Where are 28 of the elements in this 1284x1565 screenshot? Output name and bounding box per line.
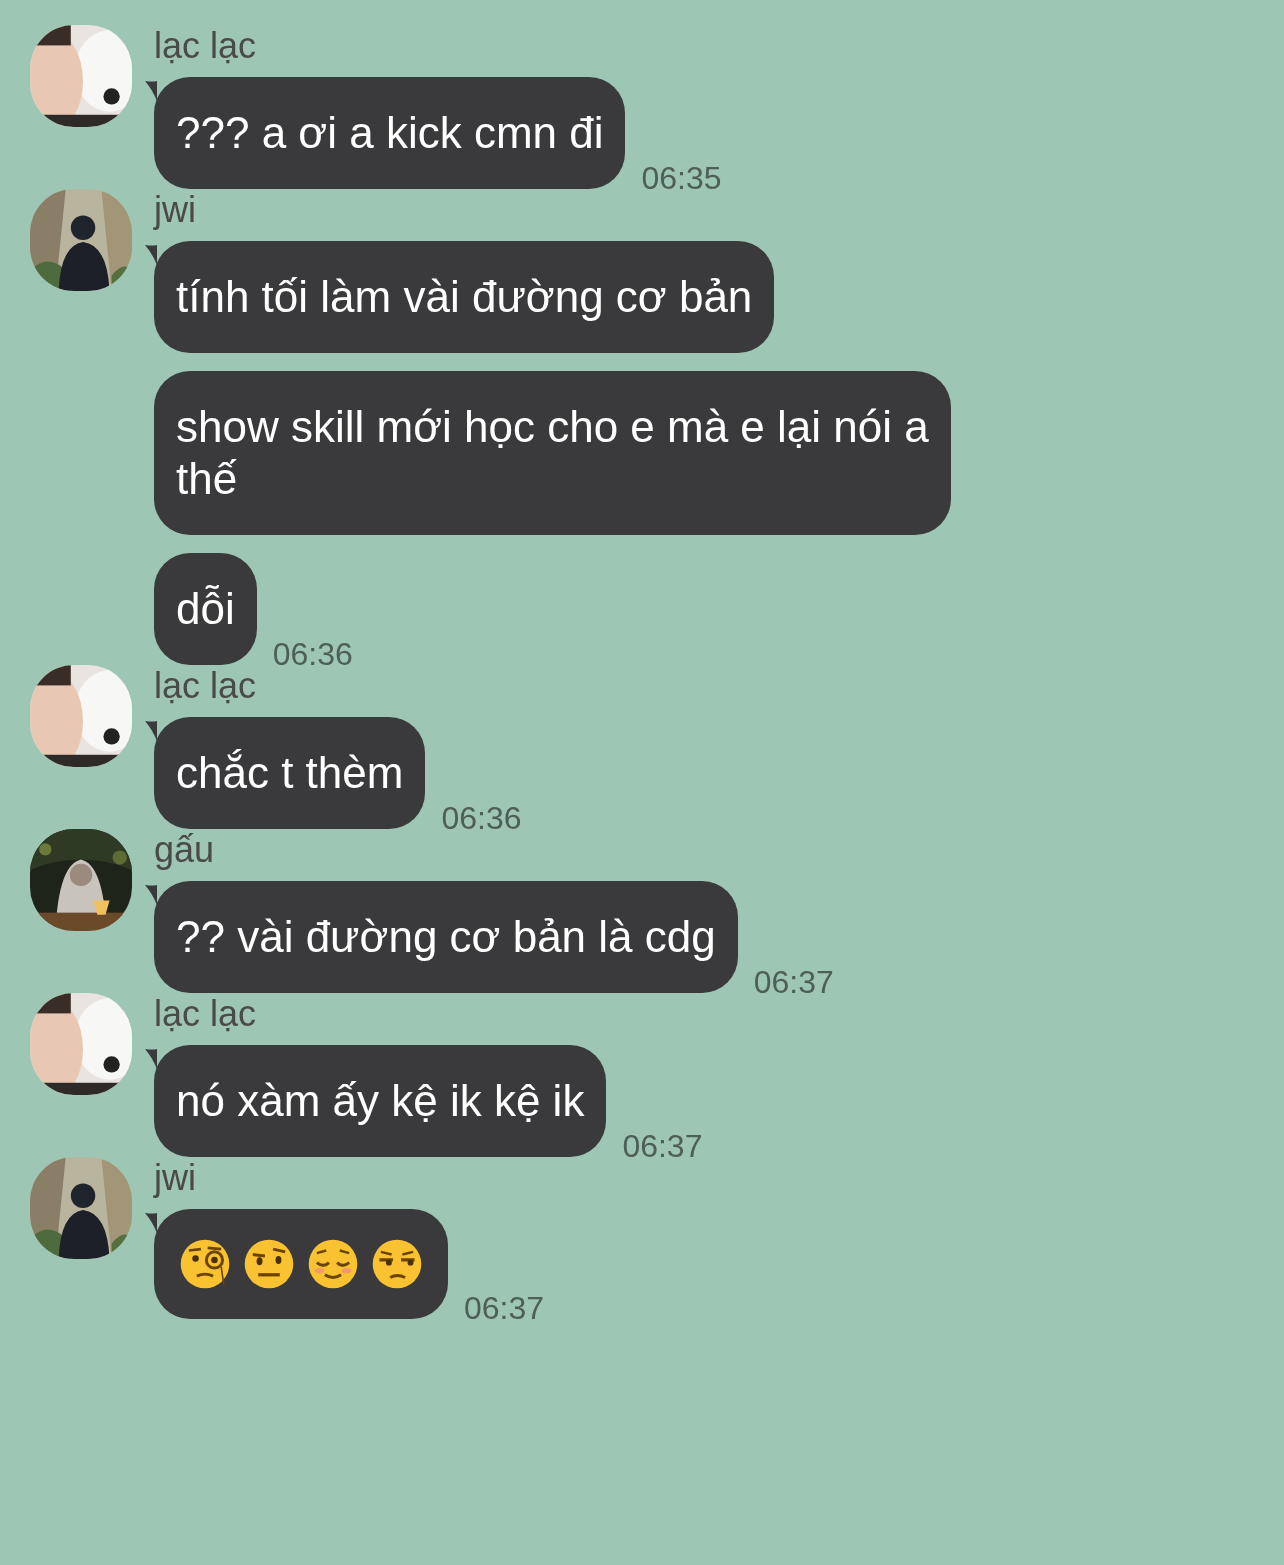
monocle-face-icon	[178, 1237, 232, 1291]
bubble-tail	[145, 1049, 157, 1069]
relieved-face-icon	[306, 1237, 360, 1291]
message-bubble: ?? vài đường cơ bản là cdg	[154, 881, 738, 993]
sender-name: gấu	[154, 829, 216, 871]
message-bubble: ??? a ơi a kick cmn đi	[154, 77, 626, 189]
message-time: 06:37	[753, 964, 834, 1001]
sender-name: jwi	[154, 1157, 197, 1199]
sender-name: lạc lạc	[154, 25, 258, 67]
message-time: 06:36	[272, 636, 353, 673]
sender-name: jwi	[154, 189, 197, 231]
bubble-tail	[145, 721, 157, 741]
unamused-face-icon	[370, 1237, 424, 1291]
message-bubble: dỗi	[154, 553, 257, 665]
message-bubble: nó xàm ấy kệ ik kệ ik	[154, 1045, 607, 1157]
message-bubble: tính tối làm vài đường cơ bản	[154, 241, 775, 353]
message-bubble: show skill mới học cho e mà e lại nói a thế	[154, 371, 951, 535]
message-time: 06:37	[622, 1128, 703, 1165]
sender-name: lạc lạc	[154, 993, 258, 1035]
raised-eyebrow-face-icon	[242, 1237, 296, 1291]
message-time: 06:37	[464, 1290, 545, 1319]
bubble-tail	[145, 245, 157, 265]
sender-name: lạc lạc	[154, 665, 258, 707]
bubble-tail	[145, 81, 157, 101]
message-time: 06:35	[641, 160, 722, 197]
message-time: 06:36	[441, 800, 522, 837]
message-bubble: chắc t thèm	[154, 717, 426, 829]
bubble-tail	[145, 885, 157, 905]
